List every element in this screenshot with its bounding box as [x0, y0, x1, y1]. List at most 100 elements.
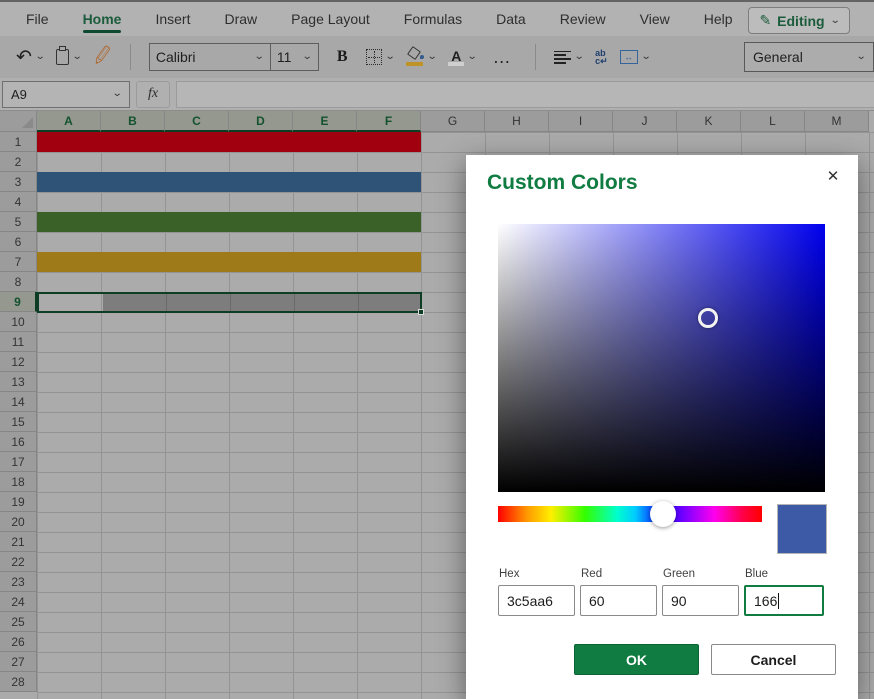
chevron-down-icon[interactable]: ⌄ — [35, 52, 46, 62]
chevron-down-icon[interactable]: ⌄ — [72, 52, 83, 62]
merge-cells-button[interactable]: ↔ ⌄ — [620, 50, 650, 64]
row-header-3[interactable]: 3 — [0, 172, 37, 192]
filled-row-1[interactable] — [37, 132, 421, 152]
active-cell-reference: A9 — [11, 87, 27, 102]
green-label: Green — [663, 568, 695, 580]
fill-color-button[interactable]: ⌄ — [406, 48, 436, 66]
column-header-A[interactable]: A — [37, 111, 101, 132]
row-header-11[interactable]: 11 — [0, 332, 37, 352]
selection-range-A9-F9[interactable] — [37, 292, 422, 313]
editing-mode-button[interactable]: ✎ Editing ⌄ — [748, 7, 850, 34]
cancel-button[interactable]: Cancel — [711, 644, 836, 675]
column-header-F[interactable]: F — [357, 111, 421, 132]
chevron-down-icon[interactable]: ⌄ — [573, 52, 584, 62]
chevron-down-icon[interactable]: ⌄ — [640, 52, 651, 62]
column-header-C[interactable]: C — [165, 111, 229, 132]
borders-button[interactable]: ⌄ — [366, 49, 394, 65]
undo-button[interactable]: ↶ ⌄ — [16, 48, 44, 67]
column-header-D[interactable]: D — [229, 111, 293, 132]
close-icon[interactable]: ✕ — [820, 163, 846, 189]
ribbon-tab-data[interactable]: Data — [496, 2, 526, 36]
column-header-I[interactable]: I — [549, 111, 613, 132]
row-header-4[interactable]: 4 — [0, 192, 37, 212]
column-header-J[interactable]: J — [613, 111, 677, 132]
font-size-value: 11 — [271, 49, 298, 65]
blue-input[interactable]: 166 — [744, 585, 824, 616]
font-color-button[interactable]: A ⌄ — [448, 48, 476, 66]
green-input[interactable]: 90 — [662, 585, 739, 616]
number-format-select[interactable]: General ⌄ — [744, 42, 874, 72]
ribbon-tab-view[interactable]: View — [640, 2, 670, 36]
column-header-L[interactable]: L — [741, 111, 805, 132]
row-header-7[interactable]: 7 — [0, 252, 37, 272]
color-picker-thumb[interactable] — [698, 308, 718, 328]
row-header-16[interactable]: 16 — [0, 432, 37, 452]
row-header-1[interactable]: 1 — [0, 132, 37, 152]
filled-row-7[interactable] — [37, 252, 421, 272]
bold-button[interactable]: B — [337, 48, 348, 66]
ribbon-tab-formulas[interactable]: Formulas — [404, 2, 462, 36]
ribbon-tab-draw[interactable]: Draw — [224, 2, 257, 36]
ribbon-toolbar: ↶ ⌄ ⌄ 🖉 Calibri ⌄ 11 ⌄ B ⌄ — [0, 36, 874, 78]
row-header-6[interactable]: 6 — [0, 232, 37, 252]
row-header-14[interactable]: 14 — [0, 392, 37, 412]
paste-button[interactable]: ⌄ — [56, 49, 81, 65]
chevron-down-icon[interactable]: ⌄ — [384, 52, 395, 62]
row-header-27[interactable]: 27 — [0, 652, 37, 672]
select-all-corner[interactable] — [0, 111, 37, 132]
chevron-down-icon[interactable]: ⌄ — [467, 52, 478, 62]
wrap-text-button[interactable]: ab c↵ — [595, 49, 608, 65]
column-header-E[interactable]: E — [293, 111, 357, 132]
ribbon-tab-home[interactable]: Home — [83, 2, 122, 36]
row-header-19[interactable]: 19 — [0, 492, 37, 512]
saturation-value-picker[interactable] — [498, 224, 825, 492]
ribbon-tab-insert[interactable]: Insert — [155, 2, 190, 36]
format-painter-icon[interactable]: 🖉 — [91, 41, 114, 73]
more-options-button[interactable]: … — [493, 48, 513, 66]
ribbon-tab-review[interactable]: Review — [560, 2, 606, 36]
row-header-9[interactable]: 9 — [0, 292, 37, 312]
row-header-12[interactable]: 12 — [0, 352, 37, 372]
hue-slider-thumb[interactable] — [650, 501, 676, 527]
row-header-8[interactable]: 8 — [0, 272, 37, 292]
row-header-25[interactable]: 25 — [0, 612, 37, 632]
font-size-select[interactable]: 11 ⌄ — [271, 43, 319, 71]
column-header-B[interactable]: B — [101, 111, 165, 132]
red-input[interactable]: 60 — [580, 585, 657, 616]
font-name-select[interactable]: Calibri ⌄ — [149, 43, 271, 71]
row-header-2[interactable]: 2 — [0, 152, 37, 172]
row-header-18[interactable]: 18 — [0, 472, 37, 492]
filled-row-5[interactable] — [37, 212, 421, 232]
row-header-23[interactable]: 23 — [0, 572, 37, 592]
alignment-button[interactable]: ⌄ — [554, 51, 583, 64]
row-header-28[interactable]: 28 — [0, 672, 37, 692]
filled-row-3[interactable] — [37, 172, 421, 192]
row-header-10[interactable]: 10 — [0, 312, 37, 332]
row-header-21[interactable]: 21 — [0, 532, 37, 552]
ribbon-tab-file[interactable]: File — [26, 2, 49, 36]
row-header-13[interactable]: 13 — [0, 372, 37, 392]
editing-label: Editing — [777, 13, 824, 29]
hue-slider[interactable] — [498, 506, 762, 522]
row-header-24[interactable]: 24 — [0, 592, 37, 612]
chevron-down-icon[interactable]: ⌄ — [427, 52, 438, 62]
fill-handle[interactable] — [418, 309, 424, 315]
column-header-H[interactable]: H — [485, 111, 549, 132]
column-header-M[interactable]: M — [805, 111, 869, 132]
name-box[interactable]: A9 ⌄ — [2, 81, 130, 108]
ribbon-tab-page-layout[interactable]: Page Layout — [291, 2, 370, 36]
row-header-22[interactable]: 22 — [0, 552, 37, 572]
ribbon-tab-help[interactable]: Help — [704, 2, 733, 36]
column-header-K[interactable]: K — [677, 111, 741, 132]
row-header-17[interactable]: 17 — [0, 452, 37, 472]
formula-input[interactable] — [176, 81, 874, 108]
row-header-20[interactable]: 20 — [0, 512, 37, 532]
column-header-G[interactable]: G — [421, 111, 485, 132]
ok-button[interactable]: OK — [574, 644, 699, 675]
row-header-5[interactable]: 5 — [0, 212, 37, 232]
blue-input-value: 166 — [754, 593, 777, 609]
row-header-26[interactable]: 26 — [0, 632, 37, 652]
row-header-15[interactable]: 15 — [0, 412, 37, 432]
hex-input[interactable]: 3c5aa6 — [498, 585, 575, 616]
insert-function-button[interactable]: fx — [136, 81, 170, 108]
